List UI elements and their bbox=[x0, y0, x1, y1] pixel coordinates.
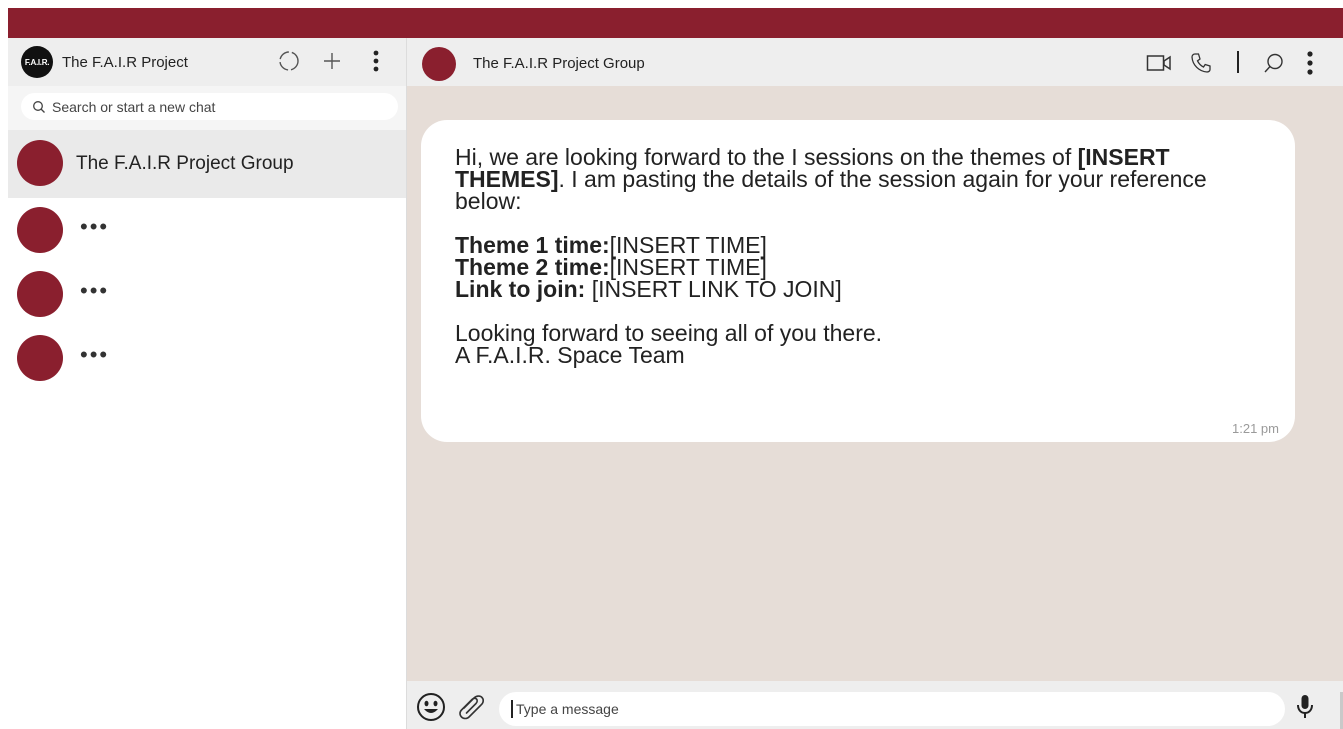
message-timestamp: 1:21 pm bbox=[1232, 421, 1279, 436]
chat-item[interactable]: ••• bbox=[8, 198, 406, 262]
search-box[interactable] bbox=[21, 93, 398, 120]
video-call-icon[interactable] bbox=[1145, 49, 1173, 77]
new-chat-icon[interactable] bbox=[319, 48, 345, 74]
avatar bbox=[17, 207, 63, 253]
chat-item[interactable]: ••• bbox=[8, 262, 406, 326]
chat-item-name: ••• bbox=[80, 278, 110, 303]
search-icon bbox=[32, 100, 46, 114]
chat-item-name: The F.A.I.R Project Group bbox=[76, 153, 294, 174]
search-icon[interactable] bbox=[1260, 49, 1288, 77]
top-color-bar bbox=[8, 8, 1343, 38]
menu-icon[interactable] bbox=[363, 48, 389, 74]
chat-item-name: ••• bbox=[80, 342, 110, 367]
text-caret bbox=[511, 700, 513, 718]
message-closing: Looking forward to seeing all of you the… bbox=[455, 320, 883, 346]
conversation-header: The F.A.I.R Project Group bbox=[407, 38, 1343, 86]
microphone-icon[interactable] bbox=[1289, 691, 1321, 723]
chat-item-name: ••• bbox=[80, 214, 110, 239]
search-input[interactable] bbox=[52, 98, 372, 115]
conversation-title[interactable]: The F.A.I.R Project Group bbox=[473, 55, 645, 72]
message-bubble: Hi, we are looking forward to the I sess… bbox=[421, 120, 1295, 442]
profile-logo[interactable]: F.A.I.R. bbox=[21, 46, 53, 78]
link-value: [INSERT LINK TO JOIN] bbox=[585, 276, 842, 302]
message-composer bbox=[407, 681, 1343, 729]
message-input-box[interactable] bbox=[499, 692, 1285, 726]
chat-item[interactable]: ••• bbox=[8, 326, 406, 390]
menu-icon[interactable] bbox=[1296, 49, 1324, 77]
conversation-panel: The F.A.I.R Project Group Hi, we are loo… bbox=[407, 38, 1343, 729]
chat-list-panel: F.A.I.R. The F.A.I.R Project The F.A.I.R… bbox=[8, 38, 406, 729]
message-text: Hi, we are looking forward to the I sess… bbox=[455, 146, 1261, 368]
attach-icon[interactable] bbox=[455, 691, 487, 723]
sidebar-title: The F.A.I.R Project bbox=[62, 54, 188, 71]
phone-icon[interactable] bbox=[1187, 49, 1215, 77]
avatar bbox=[17, 271, 63, 317]
link-label: Link to join: bbox=[455, 276, 586, 302]
emoji-icon[interactable] bbox=[415, 691, 447, 723]
avatar bbox=[17, 140, 63, 186]
message-intro-cont: . I am pasting the details of the sessio… bbox=[455, 166, 1207, 214]
sidebar-header: F.A.I.R. The F.A.I.R Project bbox=[8, 38, 406, 86]
chat-item-fair-project-group[interactable]: The F.A.I.R Project Group bbox=[8, 130, 406, 198]
search-bar bbox=[8, 86, 406, 130]
status-icon[interactable] bbox=[276, 48, 302, 74]
header-separator bbox=[1237, 51, 1239, 73]
group-avatar[interactable] bbox=[422, 47, 456, 81]
avatar bbox=[17, 335, 63, 381]
message-input[interactable] bbox=[516, 701, 1216, 717]
message-signature: A F.A.I.R. Space Team bbox=[455, 342, 685, 368]
